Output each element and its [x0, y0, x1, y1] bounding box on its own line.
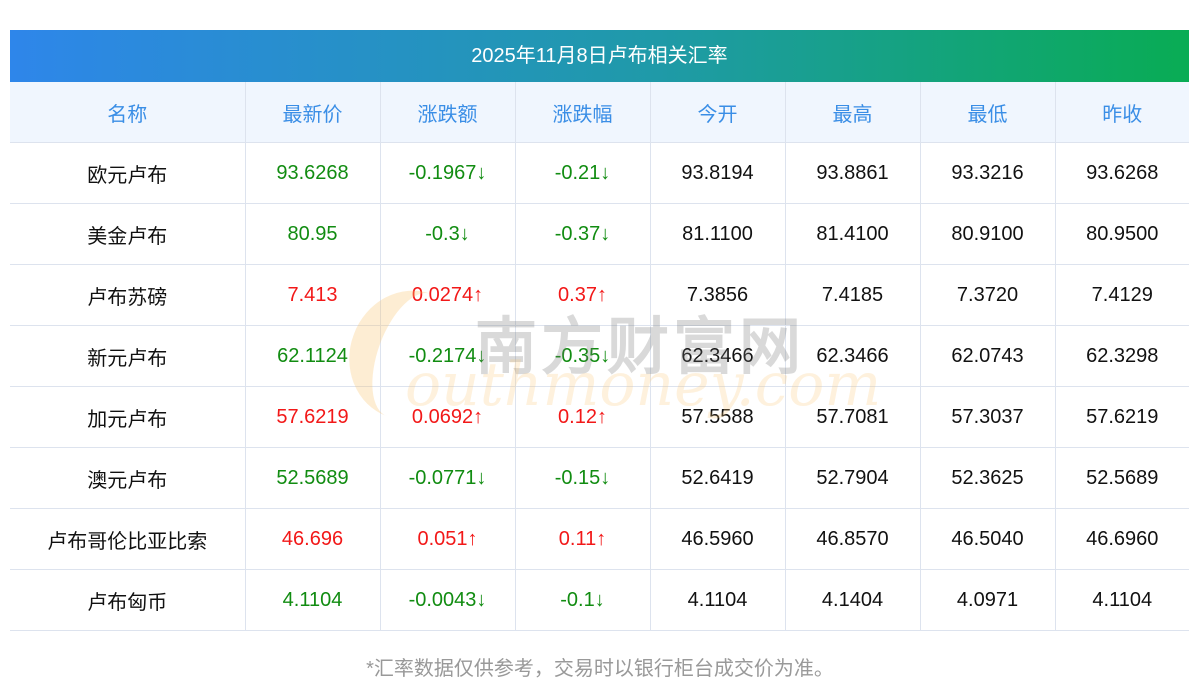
- change-amount-cell: 0.0692↑: [379, 386, 516, 448]
- table-row: 卢布匈币 4.1104 -0.0043↓ -0.1↓ 4.1104 4.1404 4.097…: [10, 569, 1189, 631]
- column-header-change-pct: 涨跌幅: [514, 82, 651, 143]
- latest-price-cell: 52.5689: [244, 447, 381, 509]
- open-price-cell: 93.8194: [649, 142, 786, 204]
- prev-close-cell: 52.5689: [1054, 447, 1189, 509]
- change-amount-cell: 0.051↑: [379, 508, 516, 570]
- low-price-cell: 93.3216: [919, 142, 1056, 204]
- change-percent-cell: 0.37↑: [514, 264, 651, 326]
- column-header-low: 最低: [919, 82, 1056, 143]
- high-price-cell: 52.7904: [784, 447, 921, 509]
- currency-name-cell: 新元卢布: [10, 325, 246, 387]
- prev-close-cell: 4.1104: [1054, 569, 1189, 631]
- disclaimer-footer: *汇率数据仅供参考，交易时以银行柜台成交价为准。: [366, 658, 834, 680]
- change-percent-cell: -0.1↓: [514, 569, 651, 631]
- change-amount-cell: 0.0274↑: [379, 264, 516, 326]
- change-amount-cell: -0.1967↓: [379, 142, 516, 204]
- open-price-cell: 81.1100: [649, 203, 786, 265]
- prev-close-cell: 46.6960: [1054, 508, 1189, 570]
- latest-price-cell: 80.95: [244, 203, 381, 265]
- change-amount-cell: -0.0771↓: [379, 447, 516, 509]
- low-price-cell: 57.3037: [919, 386, 1056, 448]
- change-percent-cell: 0.12↑: [514, 386, 651, 448]
- high-price-cell: 93.8861: [784, 142, 921, 204]
- prev-close-cell: 93.6268: [1054, 142, 1189, 204]
- table-header-row: 名称 最新价 涨跌额 涨跌幅 今开 最高 最低 昨收: [10, 82, 1189, 143]
- high-price-cell: 57.7081: [784, 386, 921, 448]
- low-price-cell: 4.0971: [919, 569, 1056, 631]
- currency-name-cell: 加元卢布: [10, 386, 246, 448]
- change-amount-cell: -0.0043↓: [379, 569, 516, 631]
- latest-price-cell: 7.413: [244, 264, 381, 326]
- high-price-cell: 7.4185: [784, 264, 921, 326]
- low-price-cell: 62.0743: [919, 325, 1056, 387]
- open-price-cell: 52.6419: [649, 447, 786, 509]
- change-amount-cell: -0.3↓: [379, 203, 516, 265]
- prev-close-cell: 57.6219: [1054, 386, 1189, 448]
- column-header-high: 最高: [784, 82, 921, 143]
- latest-price-cell: 4.1104: [244, 569, 381, 631]
- change-percent-cell: 0.11↑: [514, 508, 651, 570]
- table-title: 2025年11月8日卢布相关汇率: [10, 30, 1189, 82]
- table-row: 卢布哥伦比亚比索 46.696 0.051↑ 0.11↑ 46.5960 46.8570 4…: [10, 508, 1189, 570]
- currency-name-cell: 卢布苏磅: [10, 264, 246, 326]
- low-price-cell: 7.3720: [919, 264, 1056, 326]
- latest-price-cell: 46.696: [244, 508, 381, 570]
- change-percent-cell: -0.37↓: [514, 203, 651, 265]
- currency-name-cell: 澳元卢布: [10, 447, 246, 509]
- column-header-name: 名称: [10, 82, 246, 143]
- currency-name-cell: 欧元卢布: [10, 142, 246, 204]
- prev-close-cell: 62.3298: [1054, 325, 1189, 387]
- latest-price-cell: 57.6219: [244, 386, 381, 448]
- table-body: 欧元卢布 93.6268 -0.1967↓ -0.21↓ 93.8194 93.8861 9…: [10, 142, 1189, 631]
- column-header-open: 今开: [649, 82, 786, 143]
- open-price-cell: 46.5960: [649, 508, 786, 570]
- low-price-cell: 80.9100: [919, 203, 1056, 265]
- latest-price-cell: 93.6268: [244, 142, 381, 204]
- table-row: 美金卢布 80.95 -0.3↓ -0.37↓ 81.1100 81.4100 80.910…: [10, 203, 1189, 265]
- change-percent-cell: -0.21↓: [514, 142, 651, 204]
- change-percent-cell: -0.15↓: [514, 447, 651, 509]
- table-row: 加元卢布 57.6219 0.0692↑ 0.12↑ 57.5588 57.7081 57.…: [10, 386, 1189, 448]
- table-row: 澳元卢布 52.5689 -0.0771↓ -0.15↓ 52.6419 52.7904 5…: [10, 447, 1189, 509]
- prev-close-cell: 7.4129: [1054, 264, 1189, 326]
- change-percent-cell: -0.35↓: [514, 325, 651, 387]
- currency-name-cell: 美金卢布: [10, 203, 246, 265]
- latest-price-cell: 62.1124: [244, 325, 381, 387]
- column-header-latest: 最新价: [244, 82, 381, 143]
- low-price-cell: 46.5040: [919, 508, 1056, 570]
- exchange-rate-table: 名称 最新价 涨跌额 涨跌幅 今开 最高 最低 昨收 欧元卢布 93.6268 -0…: [10, 82, 1189, 631]
- currency-name-cell: 卢布哥伦比亚比索: [10, 508, 246, 570]
- table-row: 卢布苏磅 7.413 0.0274↑ 0.37↑ 7.3856 7.4185 7.3720 7…: [10, 264, 1189, 326]
- high-price-cell: 81.4100: [784, 203, 921, 265]
- open-price-cell: 7.3856: [649, 264, 786, 326]
- column-header-change: 涨跌额: [379, 82, 516, 143]
- high-price-cell: 46.8570: [784, 508, 921, 570]
- prev-close-cell: 80.9500: [1054, 203, 1189, 265]
- currency-name-cell: 卢布匈币: [10, 569, 246, 631]
- open-price-cell: 4.1104: [649, 569, 786, 631]
- open-price-cell: 62.3466: [649, 325, 786, 387]
- high-price-cell: 4.1404: [784, 569, 921, 631]
- open-price-cell: 57.5588: [649, 386, 786, 448]
- change-amount-cell: -0.2174↓: [379, 325, 516, 387]
- table-row: 欧元卢布 93.6268 -0.1967↓ -0.21↓ 93.8194 93.8861 9…: [10, 142, 1189, 204]
- column-header-prev-close: 昨收: [1054, 82, 1189, 143]
- table-row: 新元卢布 62.1124 -0.2174↓ -0.35↓ 62.3466 62.3466 6…: [10, 325, 1189, 387]
- low-price-cell: 52.3625: [919, 447, 1056, 509]
- high-price-cell: 62.3466: [784, 325, 921, 387]
